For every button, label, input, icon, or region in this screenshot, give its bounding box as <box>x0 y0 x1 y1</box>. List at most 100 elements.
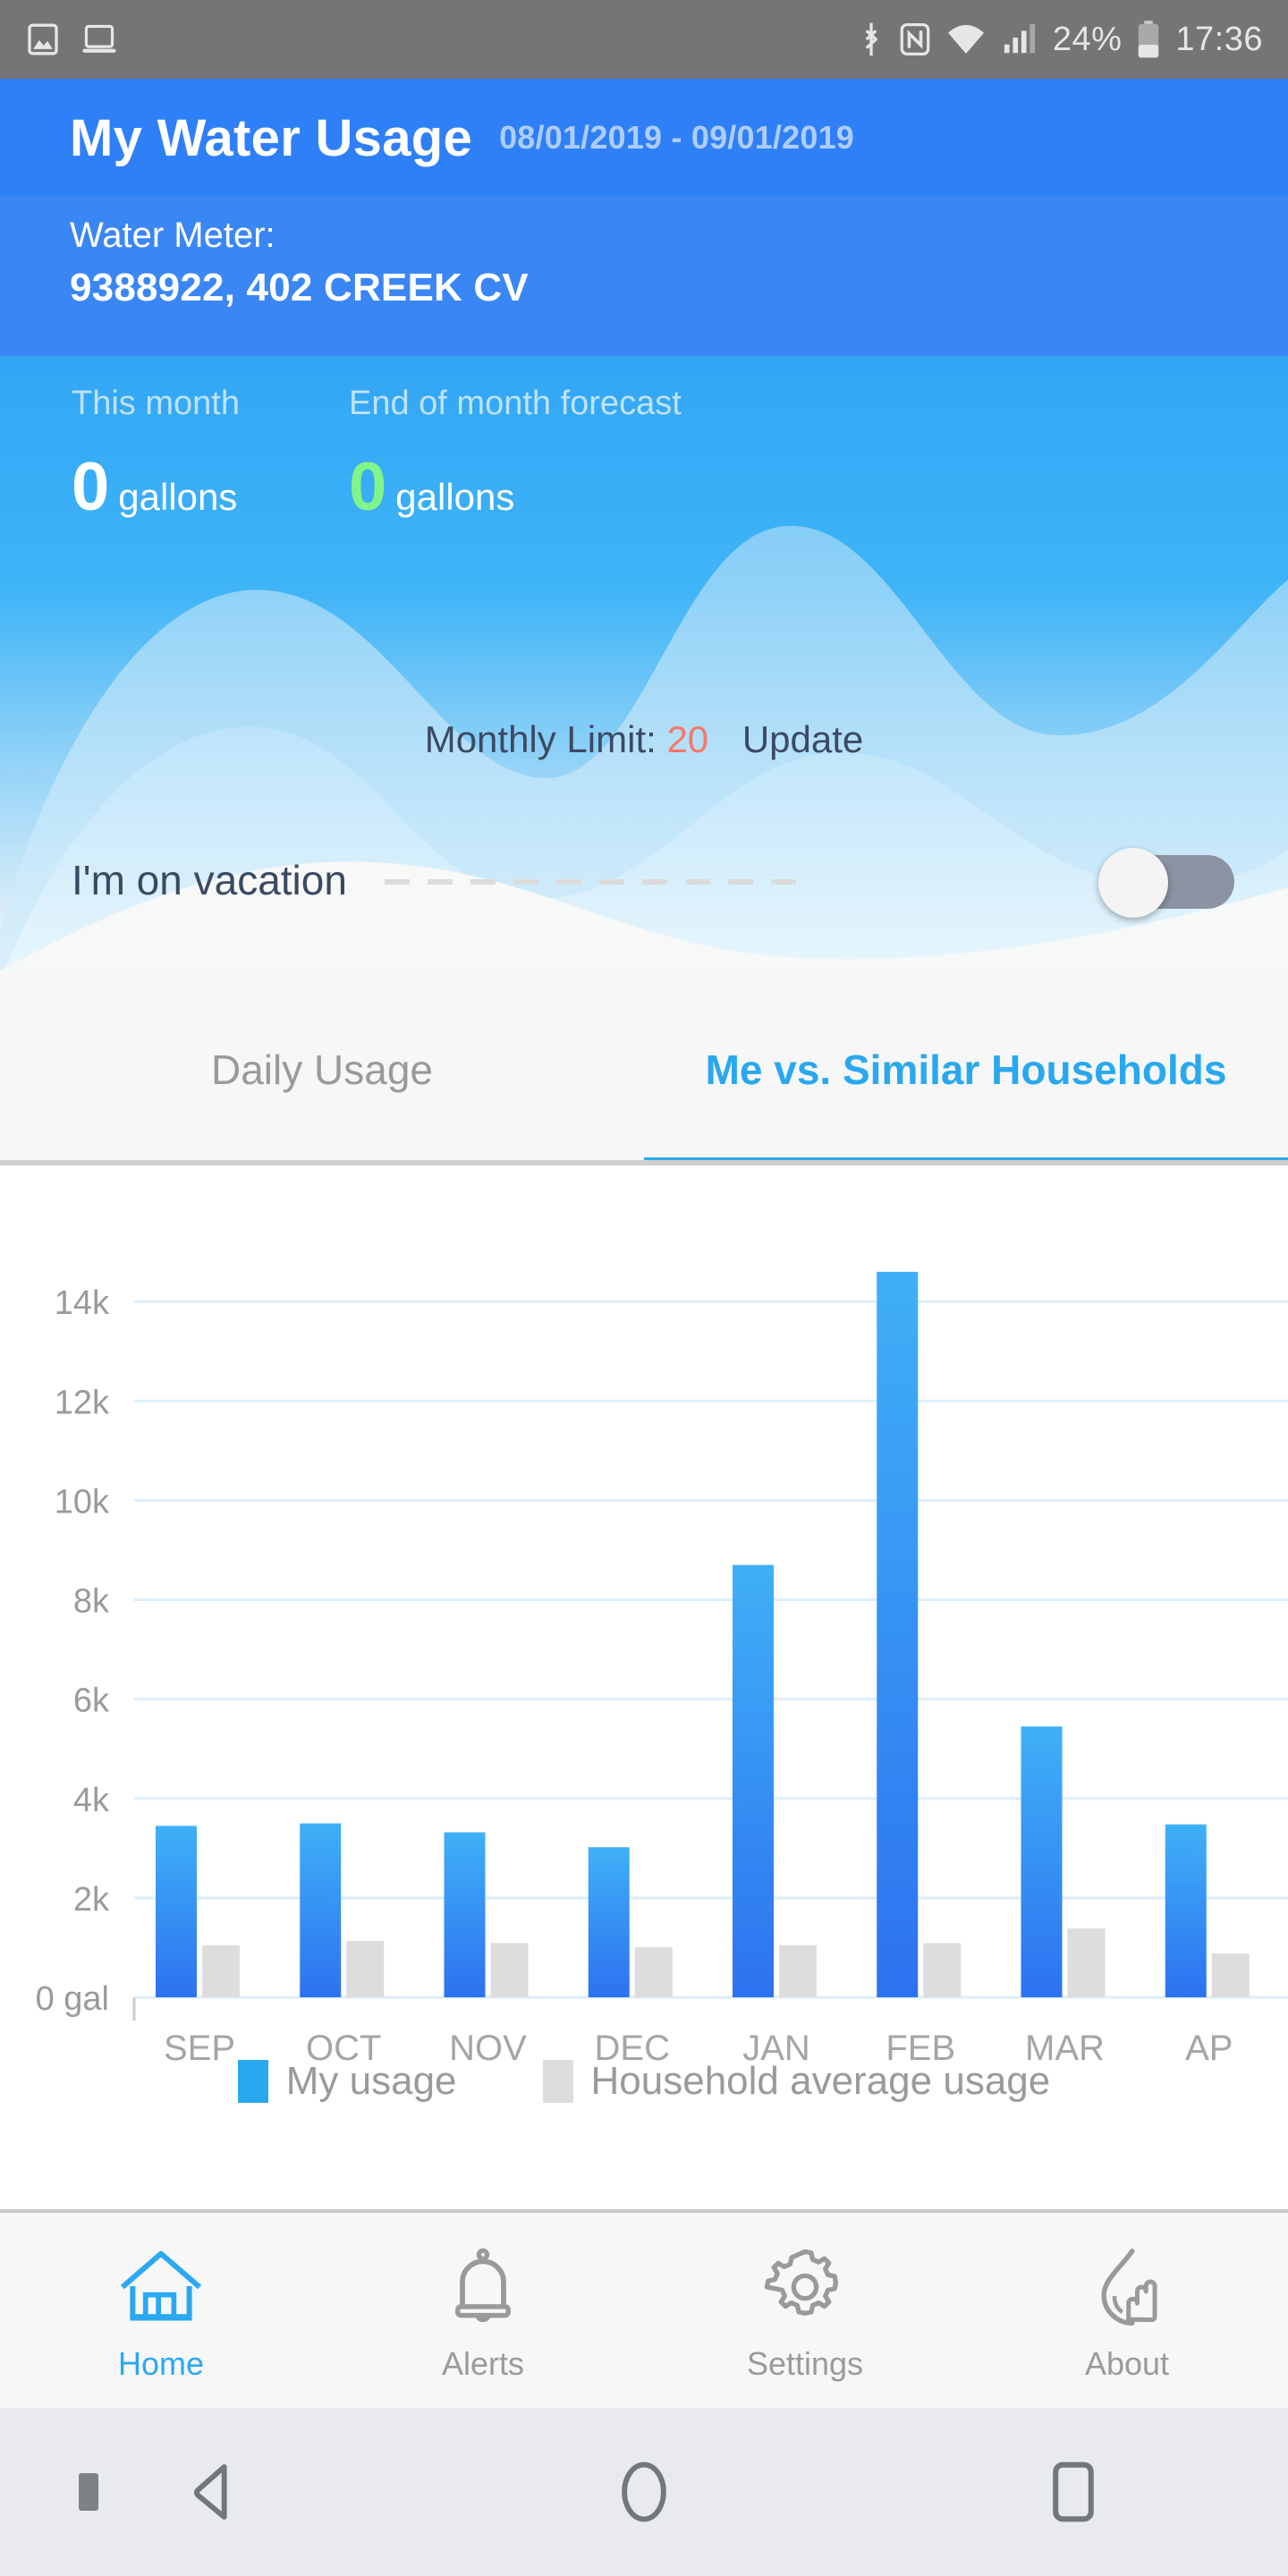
legend-swatch-household-average <box>542 2060 573 2103</box>
tab-daily-usage-label: Daily Usage <box>211 1046 433 1093</box>
chart-bar-household-average <box>1211 1953 1250 1997</box>
chart-bar-household-average <box>634 1947 673 1997</box>
water-meter-value: 9388922, 402 CREEK CV <box>70 266 529 309</box>
this-month-col: This month <box>72 385 349 423</box>
legend-label-my-usage: My usage <box>285 2059 457 2103</box>
laptop-icon <box>80 21 118 57</box>
battery-icon <box>1136 20 1161 59</box>
forecast-value: 0 <box>349 449 387 525</box>
android-system-nav <box>0 2408 1288 2576</box>
chart-bar-my-usage <box>300 1823 342 1997</box>
this-month-unit: gallons <box>118 476 238 518</box>
this-month-label: This month <box>72 385 240 422</box>
legend-swatch-my-usage <box>237 2060 268 2103</box>
chart-y-tick-label: 6k <box>73 1682 110 1720</box>
usage-stats-values: 0 gallons 0 gallons <box>72 423 682 521</box>
chart-y-tick-label: 0 gal <box>36 1980 109 2018</box>
vacation-toggle[interactable] <box>1098 848 1234 918</box>
monthly-limit-value: 20 <box>666 718 709 760</box>
nfc-icon <box>899 21 931 57</box>
system-back-button[interactable] <box>0 2461 429 2523</box>
chart-legend: My usage Household average usage <box>0 2059 1288 2104</box>
legend-label-household-average: Household average usage <box>590 2059 1051 2103</box>
chart-y-tick-label: 10k <box>55 1483 110 1521</box>
vacation-label: I'm on vacation <box>72 857 347 903</box>
usage-stats: This month End of month forecast 0 gallo… <box>0 356 682 521</box>
recents-square-icon <box>1053 2462 1094 2522</box>
water-meter-label: Water Meter: <box>70 216 275 255</box>
page-title: My Water Usage <box>70 108 473 167</box>
nav-item-home[interactable]: Home <box>0 2213 322 2408</box>
chart-bar-household-average <box>490 1943 529 1997</box>
chart-bar-my-usage <box>877 1271 919 1997</box>
chart-bar-my-usage <box>1165 1824 1207 1997</box>
bar-chart-svg: 14k12k10k8k6k4k2k0 galSEP OCT NOV DEC JAN FEB… <box>36 1271 1288 2068</box>
chart-bar-my-usage <box>1021 1726 1063 1997</box>
this-month-value-row: 0 gallons <box>72 453 349 521</box>
forecast-unit: gallons <box>395 476 515 518</box>
chart-bar-my-usage <box>156 1826 197 1997</box>
phone-screen: 24% 17:36 My Water Usage 08/01/2019 - 09… <box>0 0 1288 2576</box>
toggle-knob[interactable] <box>1098 848 1168 918</box>
chart-y-tick-label: 12k <box>55 1384 110 1421</box>
this-month-value-col: 0 gallons <box>72 423 349 521</box>
tab-me-vs-similar-households[interactable]: Me vs. Similar Households <box>644 973 1288 1165</box>
nav-label-about: About <box>1084 2344 1170 2382</box>
back-triangle-icon <box>194 2464 227 2520</box>
monthly-limit-label: Monthly Limit: <box>424 718 657 760</box>
nav-label-settings: Settings <box>746 2344 864 2382</box>
chart-bar-household-average <box>923 1943 962 1997</box>
nav-label-home: Home <box>117 2344 205 2382</box>
image-icon <box>25 21 61 57</box>
android-status-bar: 24% 17:36 <box>0 0 1288 79</box>
app-header: My Water Usage 08/01/2019 - 09/01/2019 <box>0 79 1288 197</box>
status-bar-right-icons: 24% 17:36 <box>858 20 1263 59</box>
chart-bar-household-average <box>779 1945 817 1997</box>
forecast-value-row: 0 gallons <box>349 453 514 521</box>
water-drop-hand-icon <box>1083 2246 1171 2333</box>
nav-item-about[interactable]: About <box>966 2213 1288 2408</box>
chart-bar-household-average <box>202 1945 240 1997</box>
battery-percent-label: 24% <box>1052 20 1123 58</box>
system-home-button[interactable] <box>429 2458 859 2526</box>
nav-label-alerts: Alerts <box>441 2344 525 2382</box>
nav-item-alerts[interactable]: Alerts <box>322 2213 644 2408</box>
update-limit-button[interactable]: Update <box>742 718 863 760</box>
status-bar-left-icons <box>25 21 118 57</box>
tab-daily-usage[interactable]: Daily Usage <box>0 973 644 1165</box>
bell-icon <box>439 2246 527 2333</box>
chart-bar-household-average <box>1067 1928 1106 1997</box>
chart-bar-household-average <box>346 1941 385 1997</box>
chart-y-tick-label: 14k <box>55 1284 110 1322</box>
monthly-limit-row: Monthly Limit: 20 Update <box>0 718 1288 761</box>
forecast-value-col: 0 gallons <box>349 423 514 521</box>
chart-bar-my-usage <box>588 1847 630 1997</box>
forecast-col: End of month forecast <box>349 385 682 423</box>
chart-bar-my-usage <box>733 1564 774 1997</box>
chart-bar-my-usage <box>444 1832 486 1997</box>
water-meter-section[interactable]: Water Meter: 9388922, 402 CREEK CV <box>0 197 1288 356</box>
legend-item-household-average: Household average usage <box>542 2059 1051 2104</box>
wifi-icon <box>945 22 987 56</box>
chart-y-tick-label: 4k <box>73 1782 110 1819</box>
legend-item-my-usage: My usage <box>237 2059 457 2104</box>
bluetooth-icon <box>858 21 885 58</box>
this-month-value: 0 <box>72 449 110 525</box>
dashed-divider <box>384 879 805 885</box>
forecast-label: End of month forecast <box>349 385 682 422</box>
nav-item-settings[interactable]: Settings <box>644 2213 966 2408</box>
signal-icon <box>1001 22 1038 56</box>
gear-icon <box>761 2246 849 2333</box>
clock-label: 17:36 <box>1175 20 1263 58</box>
usage-stats-labels: This month End of month forecast <box>72 385 682 423</box>
system-recents-button[interactable] <box>859 2459 1288 2525</box>
date-range-label[interactable]: 08/01/2019 - 09/01/2019 <box>499 119 854 157</box>
home-circle-icon <box>622 2462 666 2522</box>
comparison-bar-chart[interactable]: 14k 12k 10k 8k 6k 4k 2k 0 gal SEP OCT NOV DEC JAN FEB… <box>0 1165 1288 2209</box>
tab-me-vs-similar-households-label: Me vs. Similar Households <box>705 1046 1227 1093</box>
chart-y-tick-label: 2k <box>73 1881 110 1919</box>
chart-y-tick-label: 8k <box>73 1583 110 1621</box>
nav-hide-dot-icon[interactable] <box>79 2473 98 2511</box>
usage-tabs: Daily Usage Me vs. Similar Households <box>0 973 1288 1165</box>
vacation-row: I'm on vacation <box>0 787 1288 973</box>
